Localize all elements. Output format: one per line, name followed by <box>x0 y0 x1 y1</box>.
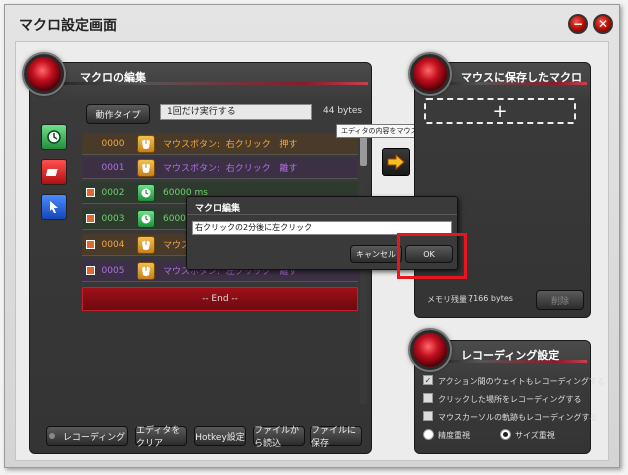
edit-panel-orb-icon <box>24 54 64 94</box>
macro-row[interactable]: 0000 マウスボタン: 右クリック 押す <box>82 133 358 155</box>
precision-radio-label: 精度重視 <box>438 431 470 440</box>
action-type-button[interactable]: 動作タイプ <box>86 104 150 124</box>
close-button[interactable]: ✕ <box>593 14 613 34</box>
record-wait-checkbox[interactable]: ✓ <box>423 375 433 385</box>
row-number: 0003 <box>101 213 125 224</box>
scrollbar-thumb[interactable] <box>360 136 367 166</box>
memory-value: 7166 bytes <box>468 294 513 303</box>
delete-button[interactable]: 削除 <box>536 290 584 310</box>
row-checkbox[interactable] <box>86 214 95 223</box>
memory-label: メモリ残量 : <box>427 295 473 304</box>
row-action-text: マウスボタン: 右クリック 離す <box>163 164 298 174</box>
ok-highlight-box <box>397 233 467 279</box>
macro-end-marker: -- End -- <box>82 287 358 311</box>
add-key-icon[interactable] <box>41 159 67 185</box>
execution-mode-field[interactable]: 1回だけ実行する <box>160 104 312 120</box>
mouse-panel-orb-icon <box>410 54 450 94</box>
size-radio[interactable] <box>500 429 511 440</box>
recording-panel-orb-icon <box>410 330 450 370</box>
mouse-icon <box>137 261 155 280</box>
bytes-count: 44 bytes <box>323 106 363 116</box>
add-mouse-cursor-icon[interactable] <box>41 194 67 220</box>
record-indicator-icon <box>48 433 55 439</box>
cancel-button[interactable]: キャンセル <box>350 245 402 263</box>
mouse-icon <box>137 158 155 177</box>
row-number: 0004 <box>101 239 125 250</box>
record-wait-label: アクション間のウェイトもレコーディングする <box>438 377 606 386</box>
row-number: 0001 <box>101 162 125 173</box>
radio-selected-dot <box>503 432 508 437</box>
record-cursor-trail-checkbox[interactable] <box>423 411 433 421</box>
clear-editor-button[interactable]: エディタをクリア <box>135 426 187 449</box>
row-checkbox[interactable] <box>86 188 95 197</box>
dialog-divider <box>187 214 457 215</box>
save-to-mouse-arrow-button[interactable] <box>382 148 410 176</box>
mouse-icon <box>137 134 155 153</box>
record-click-position-checkbox[interactable] <box>423 393 433 403</box>
record-cursor-trail-label: マウスカーソルの軌跡もレコーディングする <box>438 413 598 422</box>
minimize-button[interactable]: − <box>568 14 588 34</box>
recording-panel-title: レコーディング設定 <box>461 349 560 362</box>
timer-icon <box>137 209 155 228</box>
save-to-file-button[interactable]: ファイルに保存 <box>310 426 362 449</box>
edit-panel-title: マクロの編集 <box>80 71 146 84</box>
mouse-panel-title: マウスに保存したマクロ <box>461 71 582 84</box>
add-wait-icon[interactable] <box>41 124 67 150</box>
load-from-file-button[interactable]: ファイルから読込 <box>253 426 305 449</box>
recording-button[interactable]: レコーディング <box>46 426 128 446</box>
recording-button-label: レコーディング <box>62 432 126 443</box>
row-number: 0005 <box>101 265 125 276</box>
dialog-title: マクロ編集 <box>195 204 241 214</box>
row-checkbox[interactable] <box>86 266 95 275</box>
timer-icon <box>137 183 155 202</box>
macro-row[interactable]: 0001 マウスボタン: 右クリック 離す <box>82 157 358 179</box>
row-action-text: マウスボタン: 右クリック 押す <box>163 140 298 150</box>
row-number: 0000 <box>101 138 125 149</box>
hotkey-settings-button[interactable]: Hotkey設定 <box>194 426 246 446</box>
precision-radio[interactable] <box>423 429 434 440</box>
add-macro-slot-button[interactable]: + <box>424 98 576 124</box>
size-radio-label: サイズ重視 <box>515 431 555 440</box>
window-title: マクロ設定画面 <box>19 18 117 34</box>
record-click-position-label: クリックした場所をレコーディングする <box>438 395 582 404</box>
mouse-icon <box>137 235 155 254</box>
row-checkbox[interactable] <box>86 240 95 249</box>
row-number: 0002 <box>101 187 125 198</box>
